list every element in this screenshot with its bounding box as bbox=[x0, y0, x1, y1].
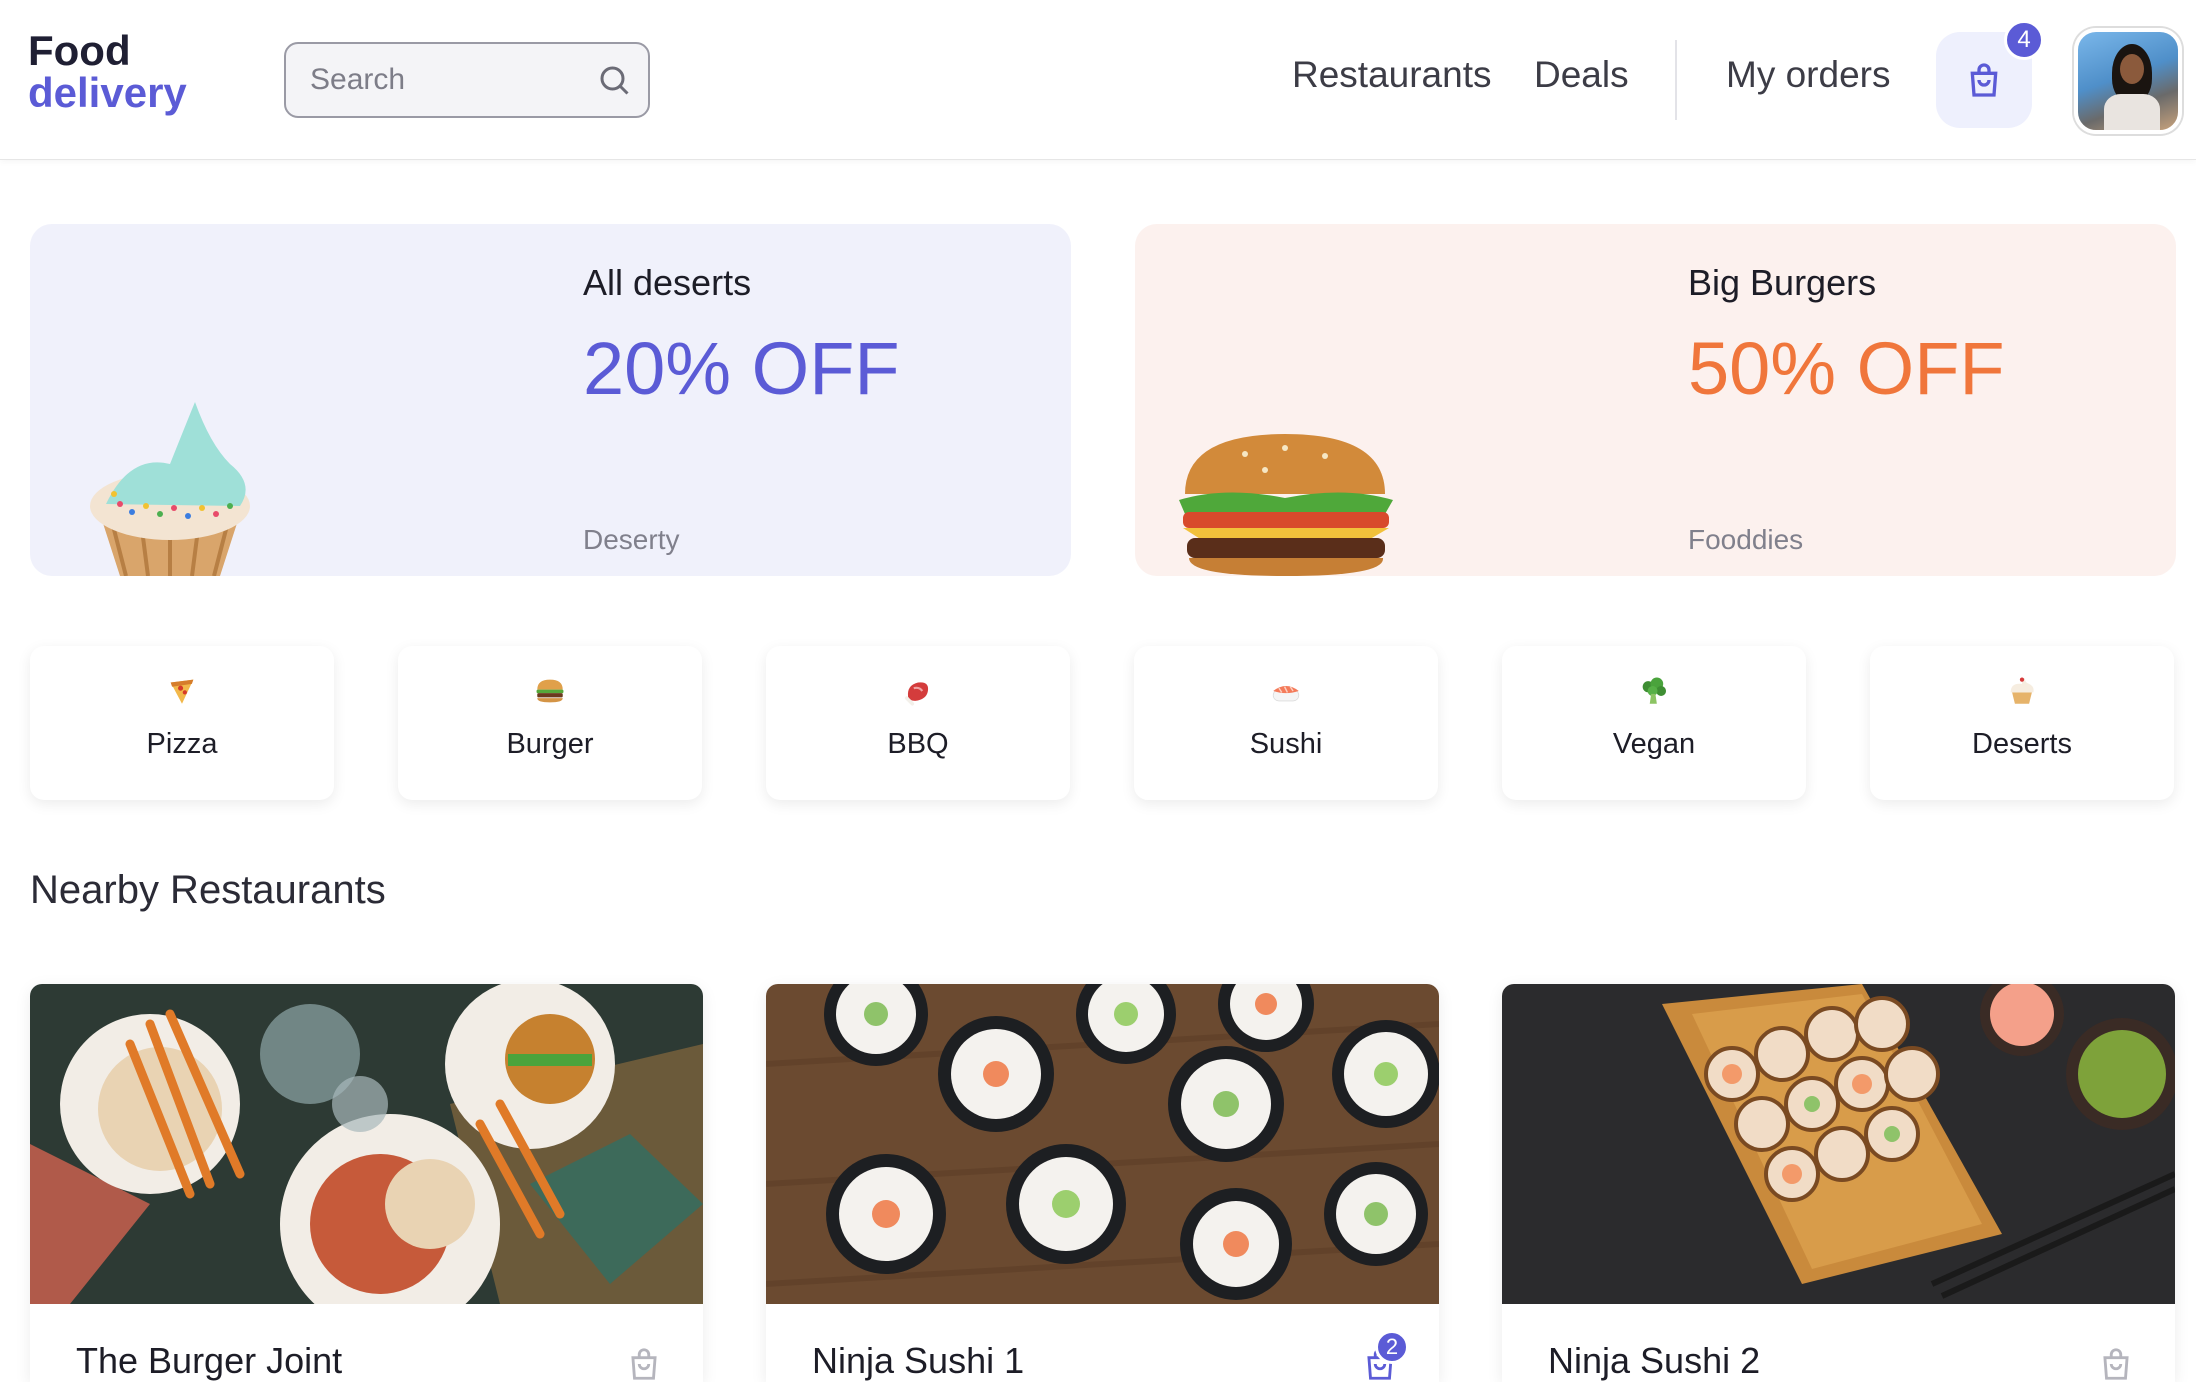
logo-line-1: Food bbox=[28, 27, 131, 74]
search-input[interactable] bbox=[310, 63, 580, 97]
category-label: Deserts bbox=[1972, 728, 2072, 760]
category-pizza[interactable]: Pizza bbox=[30, 646, 334, 800]
user-avatar[interactable] bbox=[2074, 28, 2182, 134]
restaurant-card-burger-joint[interactable]: The Burger Joint bbox=[30, 984, 703, 1382]
restaurant-name: The Burger Joint bbox=[76, 1340, 343, 1381]
top-header: Food delivery Restaurants Deals My order… bbox=[0, 0, 2196, 160]
nav-my-orders[interactable]: My orders bbox=[1726, 54, 1890, 96]
cart-count-badge: 4 bbox=[2004, 20, 2044, 60]
avatar-face-shape bbox=[2120, 54, 2144, 84]
category-label: BBQ bbox=[887, 728, 949, 760]
search-box[interactable] bbox=[284, 42, 650, 118]
nav-deals[interactable]: Deals bbox=[1534, 54, 1629, 96]
promo-brand: Fooddies bbox=[1688, 524, 1804, 555]
search-icon[interactable] bbox=[596, 62, 632, 98]
category-label: Pizza bbox=[146, 728, 218, 760]
cupcake-icon bbox=[2010, 677, 2034, 704]
promo-offer: 50% OFF bbox=[1688, 327, 2005, 410]
cupcake-image bbox=[90, 402, 250, 576]
logo-line-2: delivery bbox=[28, 69, 187, 116]
cart-count-badge: 2 bbox=[1375, 1330, 1409, 1364]
promo-card-burgers[interactable]: Big Burgers 50% OFF Fooddies bbox=[1135, 224, 2176, 576]
promo-card-deserts[interactable]: All deserts 20% OFF Deserty bbox=[30, 224, 1071, 576]
restaurant-card-ninja-sushi-1[interactable]: Ninja Sushi 1 2 bbox=[766, 984, 1439, 1382]
restaurant-card-ninja-sushi-2[interactable]: Ninja Sushi 2 bbox=[1502, 984, 2175, 1382]
promo-brand: Deserty bbox=[583, 524, 680, 555]
category-sushi[interactable]: Sushi bbox=[1134, 646, 1438, 800]
restaurant-name: Ninja Sushi 1 bbox=[812, 1340, 1025, 1381]
restaurant-image bbox=[766, 984, 1439, 1304]
logo[interactable]: Food delivery bbox=[28, 30, 187, 114]
restaurant-image bbox=[30, 984, 703, 1304]
promo-title: Big Burgers bbox=[1688, 262, 1877, 303]
nav-restaurants[interactable]: Restaurants bbox=[1292, 54, 1492, 96]
section-title-nearby: Nearby Restaurants bbox=[30, 868, 386, 912]
shopping-bag-icon[interactable] bbox=[625, 1344, 663, 1382]
pizza-icon bbox=[170, 679, 194, 704]
nav-divider bbox=[1675, 40, 1677, 120]
category-vegan[interactable]: Vegan bbox=[1502, 646, 1806, 800]
shopping-bag-icon[interactable] bbox=[2097, 1344, 2135, 1382]
avatar-body-shape bbox=[2104, 94, 2160, 130]
category-deserts[interactable]: Deserts bbox=[1870, 646, 2174, 800]
bbq-icon bbox=[904, 682, 929, 706]
restaurant-name: Ninja Sushi 2 bbox=[1548, 1340, 1761, 1381]
burger-icon bbox=[536, 679, 564, 703]
category-label: Vegan bbox=[1612, 728, 1696, 760]
sushi-icon bbox=[1272, 686, 1300, 702]
category-label: Burger bbox=[506, 728, 594, 760]
category-label: Sushi bbox=[1249, 728, 1323, 760]
shopping-bag-icon bbox=[1970, 63, 1998, 97]
restaurant-image bbox=[1502, 984, 2175, 1304]
promo-offer: 20% OFF bbox=[583, 327, 900, 410]
category-bbq[interactable]: BBQ bbox=[766, 646, 1070, 800]
category-burger[interactable]: Burger bbox=[398, 646, 702, 800]
broccoli-icon bbox=[1642, 677, 1667, 704]
burger-image bbox=[1179, 434, 1393, 576]
promo-title: All deserts bbox=[583, 262, 752, 303]
